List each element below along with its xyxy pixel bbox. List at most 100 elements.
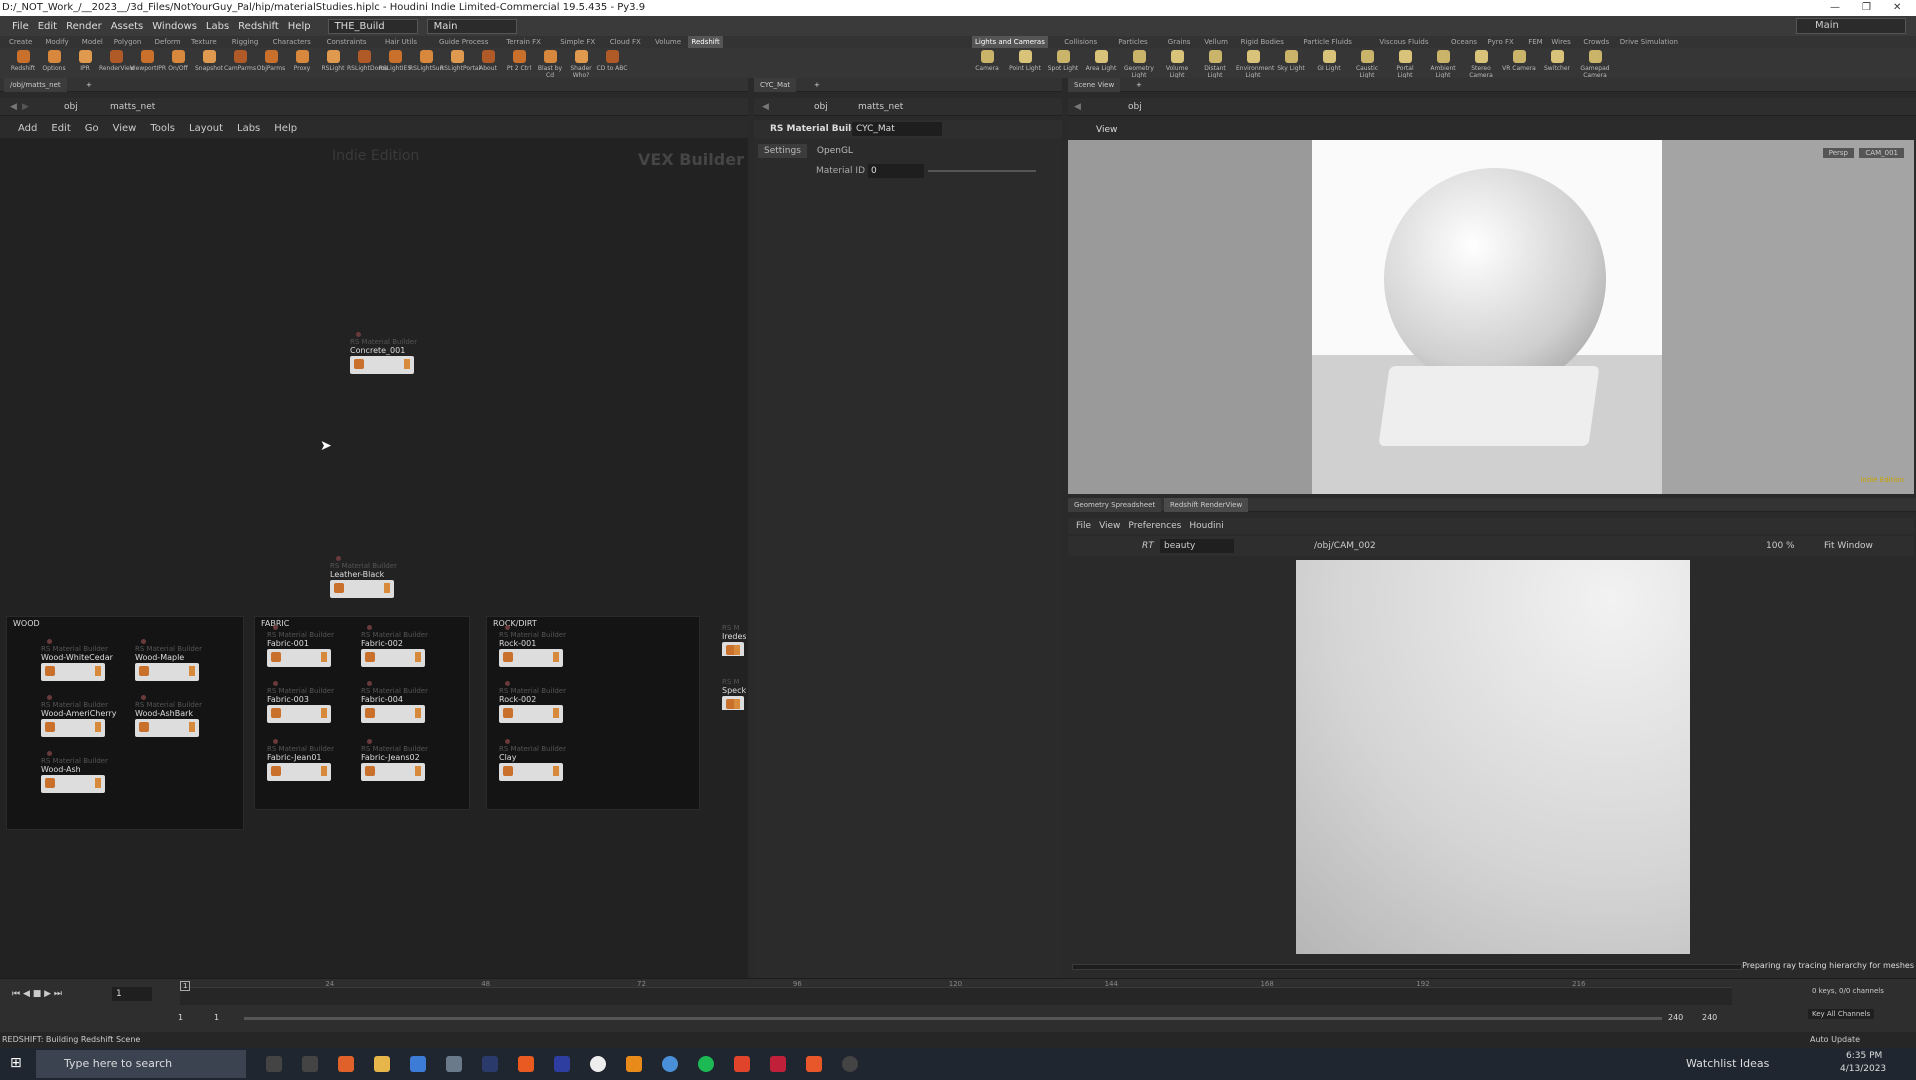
tool-renderview[interactable]: RenderView	[99, 50, 135, 72]
range-start-field[interactable]: 1	[178, 1013, 183, 1022]
material-id-slider[interactable]	[928, 170, 1036, 172]
aov-dropdown[interactable]: beauty	[1160, 539, 1234, 553]
tool-camparms[interactable]: CamParms	[223, 50, 257, 72]
node-fabric-jean01[interactable]: RS Material Builder Fabric-Jean01	[267, 739, 337, 781]
net-menu-view[interactable]: View	[113, 120, 137, 138]
tool-shader-who-[interactable]: Shader Who?	[564, 50, 598, 79]
tool-on-off[interactable]: On/Off	[161, 50, 195, 72]
net-menu-edit[interactable]: Edit	[51, 120, 70, 138]
range-end-field[interactable]: 240	[1668, 1013, 1683, 1022]
node-concrete[interactable]: RS Material Builder Concrete_001	[350, 332, 420, 374]
range-end-field-2[interactable]: 240	[1702, 1013, 1717, 1022]
tool-pt-2-ctrl[interactable]: Pt 2 Ctrl	[502, 50, 536, 72]
forward-icon[interactable]: ▶	[22, 98, 29, 116]
zoom-field[interactable]: 100 %	[1766, 536, 1795, 556]
rv-menu-file[interactable]: File	[1076, 518, 1091, 534]
menu-labs[interactable]: Labs	[206, 21, 229, 32]
key-all-channels-dropdown[interactable]: Key All Channels	[1808, 1009, 1875, 1019]
vscode-icon[interactable]	[410, 1056, 426, 1072]
shelf-tab-characters[interactable]: Characters	[270, 36, 314, 48]
network-box-wood[interactable]: WOOD RS Material Builder Wood-WhiteCedar …	[6, 616, 244, 830]
chrome-icon[interactable]	[662, 1056, 678, 1072]
shelf-tab-collisions[interactable]: Collisions	[1061, 36, 1100, 48]
shelf-tab-guide-process[interactable]: Guide Process	[436, 36, 491, 48]
shelf-tab-cloud-fx[interactable]: Cloud FX	[607, 36, 644, 48]
tool-cd-to-abc[interactable]: CD to ABC	[595, 50, 629, 72]
shelf-tab-deform[interactable]: Deform	[152, 36, 184, 48]
shelf-tab-grains[interactable]: Grains	[1165, 36, 1194, 48]
shelf-tab-modify[interactable]: Modify	[42, 36, 71, 48]
node-clay[interactable]: RS Material Builder Clay	[499, 739, 569, 781]
network-editor[interactable]: Indie Edition VEX Builder RS Material Bu…	[0, 138, 748, 978]
tool-rslight[interactable]: RSLight	[316, 50, 350, 72]
scene-path-obj[interactable]: obj	[1128, 98, 1142, 116]
shelf-tab-constraints[interactable]: Constraints	[324, 36, 370, 48]
shelf-tab-rigid-bodies[interactable]: Rigid Bodies	[1238, 36, 1287, 48]
app-clock-icon[interactable]	[842, 1056, 858, 1072]
search-app-icon[interactable]	[302, 1056, 318, 1072]
tool-rslightsun[interactable]: RSLightSun	[409, 50, 443, 72]
tool-options[interactable]: Options	[37, 50, 71, 72]
tool-camera[interactable]: Camera	[970, 50, 1004, 72]
net-menu-tools[interactable]: Tools	[150, 120, 175, 138]
houdini-2-icon[interactable]	[806, 1056, 822, 1072]
camera-dropdown[interactable]: /obj/CAM_002	[1314, 536, 1376, 556]
tool-portal-light[interactable]: Portal Light	[1388, 50, 1422, 79]
path-obj[interactable]: obj	[64, 98, 78, 116]
add-tab-icon[interactable]: +	[814, 78, 820, 92]
timeline-ruler[interactable]: 24 48 72 96 120 144 168 192 216	[180, 980, 1732, 1005]
tab-opengl[interactable]: OpenGL	[811, 144, 859, 158]
aero-icon[interactable]	[554, 1056, 570, 1072]
tab-params[interactable]: CYC_Mat	[754, 78, 797, 92]
desktop-dropdown[interactable]: Main	[1796, 18, 1906, 34]
node-rock-001[interactable]: RS Material Builder Rock-001	[499, 625, 569, 667]
tool-gamepad-camera[interactable]: Gamepad Camera	[1578, 50, 1612, 79]
tool-ipr[interactable]: IPR	[68, 50, 102, 72]
tab-redshift-renderview[interactable]: Redshift RenderView	[1164, 498, 1249, 512]
node-fabric-002[interactable]: RS Material Builder Fabric-002	[361, 625, 431, 667]
node-name-field[interactable]: CYC_Mat	[852, 122, 942, 136]
tool-proxy[interactable]: Proxy	[285, 50, 319, 72]
watchlist-widget[interactable]: Watchlist Ideas	[1686, 1057, 1769, 1070]
tab-scene-view[interactable]: Scene View	[1068, 78, 1121, 92]
build-dropdown[interactable]: THE_Build	[327, 18, 418, 34]
menu-windows[interactable]: Windows	[152, 21, 197, 32]
shelf-tab-texture[interactable]: Texture	[188, 36, 220, 48]
shelf-tab-volume[interactable]: Volume	[652, 36, 684, 48]
tool-gi-light[interactable]: GI Light	[1312, 50, 1346, 72]
persp-dropdown[interactable]: Persp	[1822, 148, 1854, 158]
minimize-icon[interactable]: —	[1830, 0, 1840, 16]
shelf-tab-redshift[interactable]: Redshift	[688, 36, 723, 48]
tool-rslighties[interactable]: RSLightIES	[378, 50, 412, 72]
menu-assets[interactable]: Assets	[111, 21, 144, 32]
shelf-tab-crowds[interactable]: Crowds	[1580, 36, 1612, 48]
restore-icon[interactable]: ❐	[1862, 0, 1871, 16]
menu-help[interactable]: Help	[288, 21, 311, 32]
add-tab-icon[interactable]: +	[1136, 78, 1142, 92]
network-box-rock[interactable]: ROCK/DIRT RS Material Builder Rock-001 RS…	[486, 616, 700, 810]
params-path-obj[interactable]: obj	[814, 98, 828, 116]
playback-controls[interactable]: ⏮ ◀ ■ ▶ ⏭	[12, 989, 62, 999]
menu-render[interactable]: Render	[66, 21, 102, 32]
tool-ambient-light[interactable]: Ambient Light	[1426, 50, 1460, 79]
back-icon[interactable]: ◀	[10, 98, 17, 116]
back-icon[interactable]: ◀	[1074, 98, 1081, 116]
shelf-tab-create[interactable]: Create	[6, 36, 35, 48]
shelf-tab-viscous-fluids[interactable]: Viscous Fluids	[1376, 36, 1431, 48]
tool-objparms[interactable]: ObjParms	[254, 50, 288, 72]
tool-environment-light[interactable]: Environment Light	[1236, 50, 1274, 79]
houdini-icon[interactable]	[518, 1056, 534, 1072]
params-path-net[interactable]: matts_net	[858, 98, 903, 116]
rv-menu-preferences[interactable]: Preferences	[1128, 518, 1181, 534]
tool-about[interactable]: About	[471, 50, 505, 72]
shelf-tab-pyro-fx[interactable]: Pyro FX	[1484, 36, 1516, 48]
back-icon[interactable]: ◀	[762, 98, 769, 116]
shelf-tab-simple-fx[interactable]: Simple FX	[557, 36, 598, 48]
node-wood-americherry[interactable]: RS Material Builder Wood-AmeriCherry	[41, 695, 116, 737]
file-explorer-icon[interactable]	[374, 1056, 390, 1072]
close-icon[interactable]: ✕	[1893, 0, 1901, 16]
tool-snapshot[interactable]: Snapshot	[192, 50, 226, 72]
node-leather[interactable]: RS Material Builder Leather-Black	[330, 556, 400, 598]
network-box-fabric[interactable]: FABRIC RS Material Builder Fabric-001 RS …	[254, 616, 470, 810]
spotify-icon[interactable]	[698, 1056, 714, 1072]
